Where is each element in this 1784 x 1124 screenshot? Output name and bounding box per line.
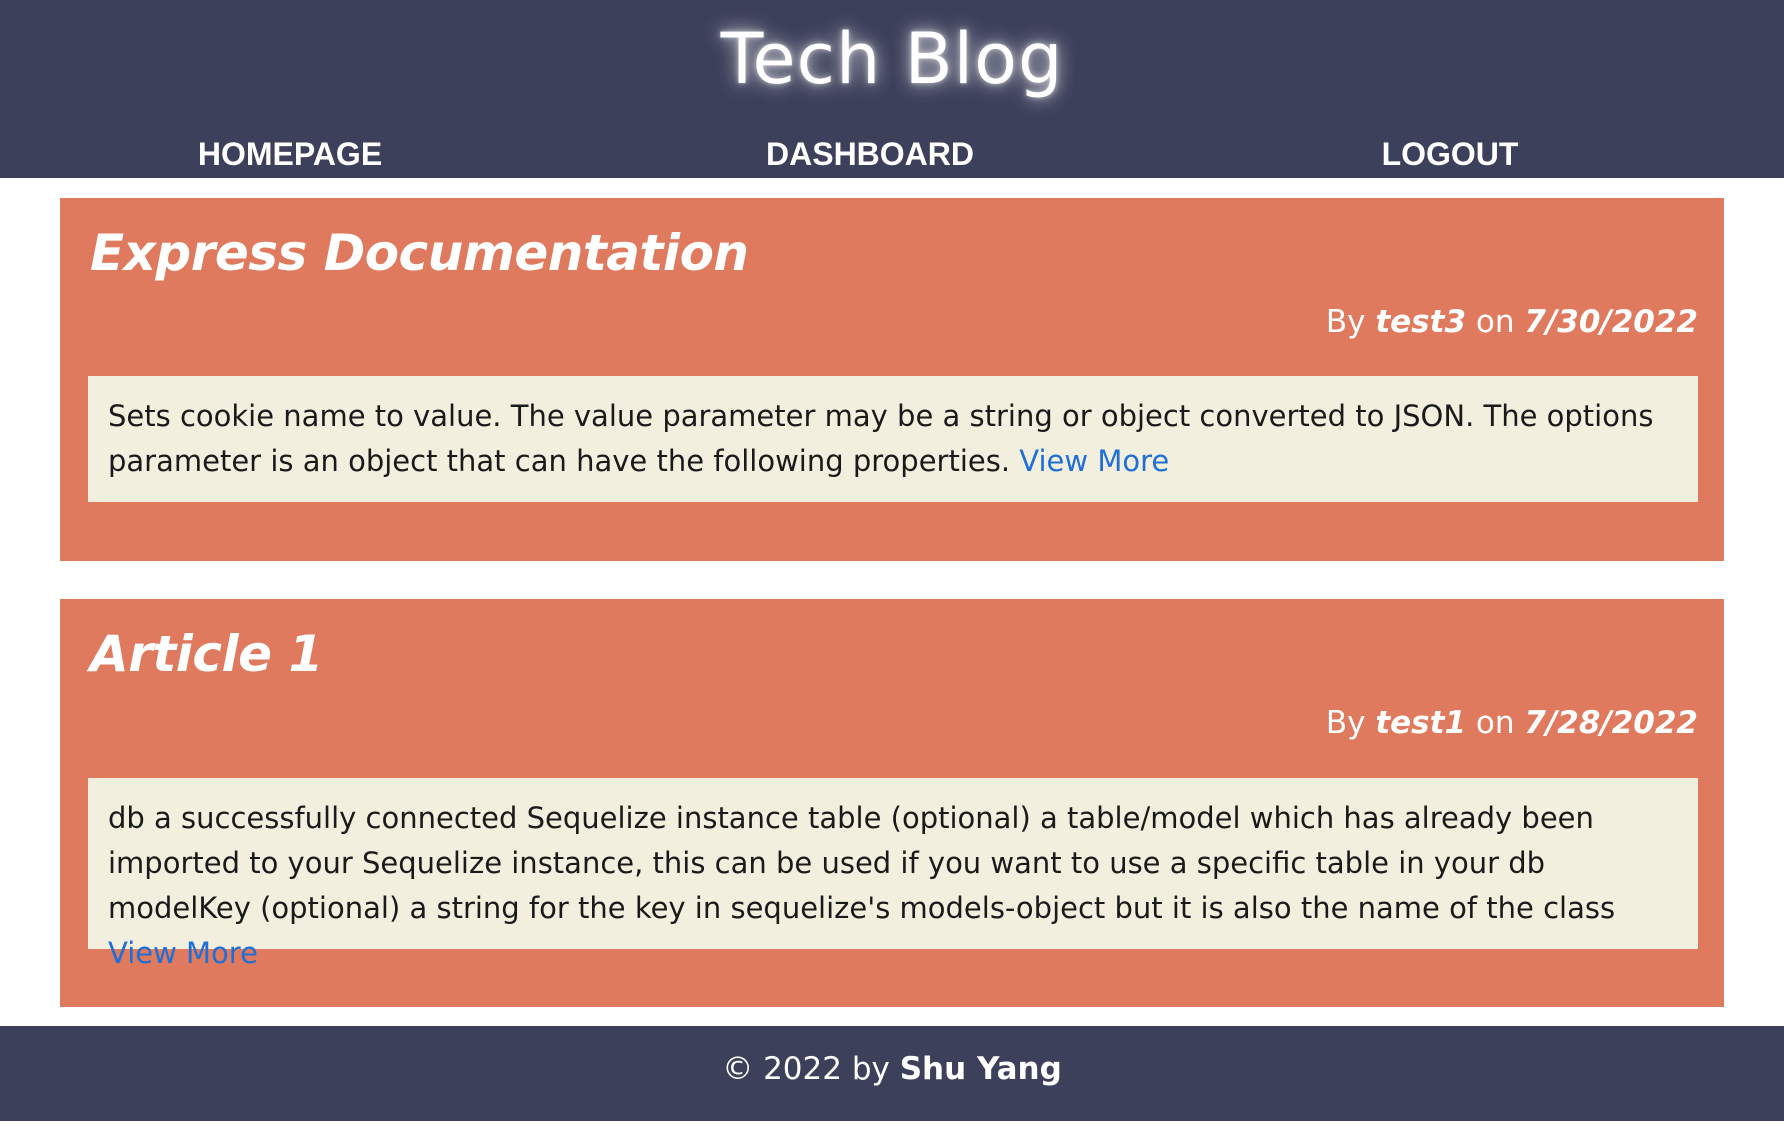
- post-excerpt: Sets cookie name to value. The value par…: [88, 376, 1698, 502]
- footer-copyright: © 2022 by: [722, 1051, 890, 1087]
- site-title: Tech Blog: [720, 18, 1064, 100]
- post-meta: By test1 on 7/28/2022: [1326, 705, 1698, 741]
- post-on-label: on: [1475, 705, 1515, 741]
- post-card: Article 1 By test1 on 7/28/2022 db a suc…: [60, 599, 1724, 1007]
- post-meta: By test3 on 7/30/2022: [1326, 304, 1698, 340]
- site-footer: © 2022 by Shu Yang: [0, 1026, 1784, 1121]
- post-date: 7/30/2022: [1524, 304, 1698, 340]
- post-author: test3: [1375, 304, 1467, 340]
- post-on-label: on: [1475, 304, 1515, 340]
- post-by-label: By: [1325, 304, 1366, 340]
- nav-dashboard-link[interactable]: DASHBOARD: [720, 136, 1020, 173]
- post-date: 7/28/2022: [1524, 705, 1698, 741]
- post-title[interactable]: Article 1: [90, 625, 323, 683]
- nav-homepage-link[interactable]: HOMEPAGE: [140, 136, 440, 173]
- view-more-link[interactable]: View More: [1019, 444, 1169, 478]
- footer-author: Shu Yang: [899, 1051, 1062, 1087]
- site-header: Tech Blog HOMEPAGE DASHBOARD LOGOUT: [0, 0, 1784, 178]
- nav-logout-link[interactable]: LOGOUT: [1300, 136, 1600, 173]
- main-nav: HOMEPAGE DASHBOARD LOGOUT: [0, 136, 1784, 172]
- post-by-label: By: [1325, 705, 1366, 741]
- post-author: test1: [1375, 705, 1467, 741]
- post-title[interactable]: Express Documentation: [90, 224, 749, 282]
- post-excerpt-text: Sets cookie name to value. The value par…: [108, 399, 1654, 478]
- post-excerpt-text: db a successfully connected Sequelize in…: [108, 801, 1616, 925]
- post-card: Express Documentation By test3 on 7/30/2…: [60, 198, 1724, 561]
- post-excerpt: db a successfully connected Sequelize in…: [88, 778, 1698, 970]
- view-more-link[interactable]: View More: [108, 936, 258, 970]
